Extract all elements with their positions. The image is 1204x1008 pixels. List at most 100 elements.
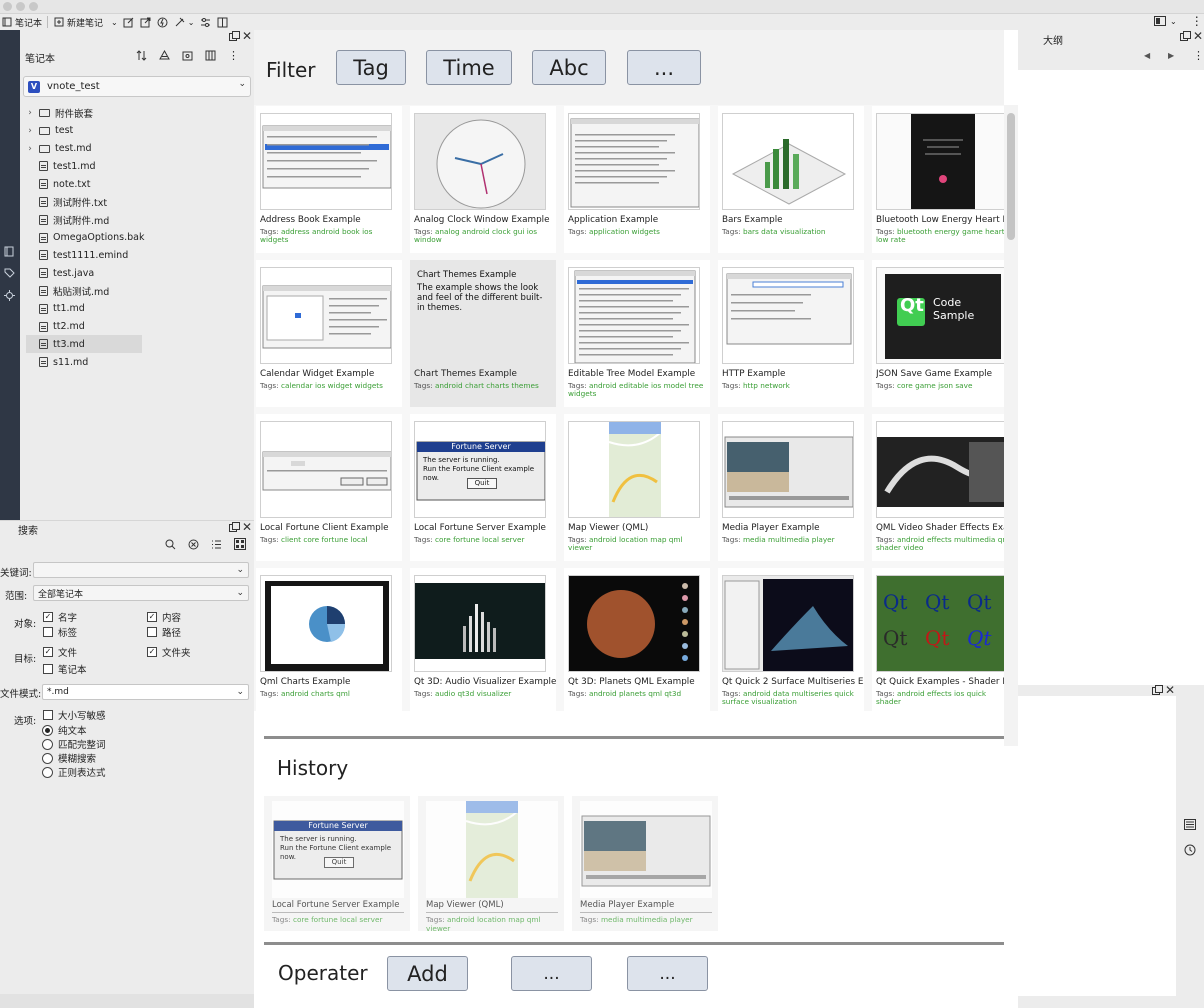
- tag-link[interactable]: shader: [876, 697, 901, 706]
- example-card[interactable]: Local Fortune Client Example Tags: client…: [256, 414, 402, 561]
- tag-link[interactable]: clock: [492, 227, 511, 236]
- scope-select[interactable]: 全部笔记本 ⌄: [33, 585, 249, 601]
- tag-link[interactable]: fortune: [321, 535, 348, 544]
- mode-regex-radio[interactable]: 正则表达式: [42, 765, 106, 779]
- filter-abc-button[interactable]: Abc: [532, 50, 606, 85]
- tree-item[interactable]: tt3.md: [26, 335, 142, 354]
- object-content-checkbox[interactable]: ✓ 内容: [147, 610, 181, 624]
- tag-link[interactable]: android: [447, 915, 475, 924]
- target-file-checkbox[interactable]: ✓ 文件: [43, 645, 77, 659]
- tag-link[interactable]: media: [601, 915, 624, 924]
- tag-link[interactable]: core: [897, 381, 913, 390]
- example-card[interactable]: Qt 3D: Planets QML Example Tags: android …: [564, 568, 710, 711]
- tag-link[interactable]: core: [303, 535, 319, 544]
- notebook-tab-icon[interactable]: [0, 240, 18, 262]
- view-mode-icon[interactable]: [205, 50, 216, 61]
- tag-link[interactable]: fortune: [453, 535, 480, 544]
- tree-item[interactable]: › 附件嵌套: [26, 104, 156, 122]
- tag-link[interactable]: android: [462, 227, 490, 236]
- more-icon[interactable]: ⋮: [228, 49, 239, 62]
- tag-link[interactable]: gui: [513, 227, 524, 236]
- tag-link[interactable]: ios: [527, 227, 537, 236]
- mode-plain-radio[interactable]: 纯文本: [42, 723, 106, 737]
- tree-item[interactable]: 测试附件.txt: [26, 193, 156, 211]
- tag-link[interactable]: location: [477, 915, 506, 924]
- new-note-button[interactable]: 新建笔记 ⌄: [53, 15, 118, 29]
- float-panel-icon[interactable]: [1180, 31, 1191, 42]
- history-card[interactable]: Map Viewer (QML) Tags: android location m…: [418, 796, 564, 933]
- tree-item[interactable]: › test: [26, 122, 156, 140]
- tree-item[interactable]: tt1.md: [26, 300, 156, 318]
- new-folder-icon[interactable]: [159, 50, 170, 61]
- tag-link[interactable]: low: [876, 235, 888, 244]
- expand-arrow-icon[interactable]: ›: [26, 144, 34, 154]
- tag-link[interactable]: application: [589, 227, 629, 236]
- tag-link[interactable]: player: [670, 915, 693, 924]
- tag-link[interactable]: location: [619, 535, 648, 544]
- close-icon[interactable]: ✕: [1165, 683, 1175, 697]
- tag-link[interactable]: android: [589, 535, 617, 544]
- tag-link[interactable]: visualization: [751, 697, 797, 706]
- tag-link[interactable]: fortune: [311, 915, 338, 924]
- tag-link[interactable]: surface: [722, 697, 749, 706]
- tree-item[interactable]: › test.md: [26, 140, 156, 158]
- close-icon[interactable]: ✕: [1193, 29, 1203, 43]
- target-notebook-checkbox[interactable]: 笔记本: [43, 662, 87, 676]
- more-icon[interactable]: ⋮: [1191, 14, 1203, 28]
- quick-access-button[interactable]: ⌄: [174, 15, 194, 29]
- tag-link[interactable]: game: [915, 381, 936, 390]
- example-card[interactable]: Analog Clock Window Example Tags: analog …: [410, 106, 556, 253]
- tag-link[interactable]: local: [350, 535, 367, 544]
- tree-item[interactable]: test1111.emind: [26, 246, 156, 264]
- flash-icon[interactable]: [157, 16, 169, 28]
- tree-item[interactable]: 测试附件.md: [26, 211, 156, 229]
- tag-link[interactable]: viewer: [568, 543, 592, 552]
- tag-link[interactable]: android: [589, 689, 617, 698]
- sort-icon[interactable]: [136, 50, 147, 61]
- settings-sliders-icon[interactable]: [199, 16, 211, 28]
- tree-item[interactable]: test.java: [26, 264, 156, 282]
- tag-link[interactable]: multiseries: [792, 689, 832, 698]
- object-name-checkbox[interactable]: ✓ 名字: [43, 610, 77, 624]
- tag-link[interactable]: rate: [891, 235, 906, 244]
- tag-link[interactable]: widgets: [260, 235, 288, 244]
- case-sensitive-checkbox[interactable]: 大小写敏感: [43, 708, 106, 722]
- close-icon[interactable]: ✕: [242, 29, 252, 43]
- example-card[interactable]: Qt 3D: Audio Visualizer Example Tags: aud…: [410, 568, 556, 711]
- add-button[interactable]: Add: [387, 956, 468, 991]
- float-panel-icon[interactable]: [229, 522, 240, 533]
- example-card[interactable]: Map Viewer (QML) Tags: android location m…: [564, 414, 710, 561]
- operater-more-button-1[interactable]: ...: [511, 956, 592, 991]
- export-icon[interactable]: [140, 16, 152, 28]
- edit-icon[interactable]: [123, 16, 135, 28]
- expand-arrow-icon[interactable]: ›: [26, 126, 34, 136]
- clear-icon[interactable]: [188, 539, 199, 550]
- more-icon[interactable]: ⋮: [1193, 49, 1204, 62]
- tag-link[interactable]: local: [340, 915, 357, 924]
- tree-item[interactable]: s11.md: [26, 353, 156, 371]
- history-card[interactable]: Media Player Example Tags: media multimed…: [572, 796, 718, 931]
- expand-arrow-icon[interactable]: ›: [26, 108, 34, 118]
- tree-item[interactable]: test1.md: [26, 157, 156, 175]
- float-panel-icon[interactable]: [1152, 685, 1163, 696]
- tag-link[interactable]: ios: [315, 381, 325, 390]
- minimize-window-button[interactable]: [16, 2, 25, 11]
- filter-time-button[interactable]: Time: [426, 50, 512, 85]
- chevron-down-icon[interactable]: ⌄: [1170, 17, 1177, 26]
- tag-link[interactable]: calendar: [281, 381, 313, 390]
- example-card[interactable]: Chart Themes Example The example shows th…: [410, 260, 556, 407]
- tag-link[interactable]: android: [897, 689, 925, 698]
- tag-link[interactable]: heart: [985, 227, 1004, 236]
- tag-link[interactable]: android: [435, 381, 463, 390]
- tag-tab-icon[interactable]: [0, 262, 18, 284]
- tag-link[interactable]: model: [664, 381, 687, 390]
- split-view-icon[interactable]: [216, 16, 228, 28]
- tag-link[interactable]: energy: [934, 227, 959, 236]
- zoom-window-button[interactable]: [29, 2, 38, 11]
- file-pattern-input[interactable]: *.md ⌄: [42, 684, 249, 700]
- tag-link[interactable]: server: [501, 535, 524, 544]
- layout-icon[interactable]: [1154, 15, 1166, 27]
- example-card[interactable]: Qt Code Sample JSON Save Game Example Tags: …: [872, 260, 1004, 407]
- example-card[interactable]: Qt Qt Qt Qt Qt Qt Qt Quick Examples - Shader E…: [872, 568, 1004, 711]
- tag-link[interactable]: json: [938, 381, 953, 390]
